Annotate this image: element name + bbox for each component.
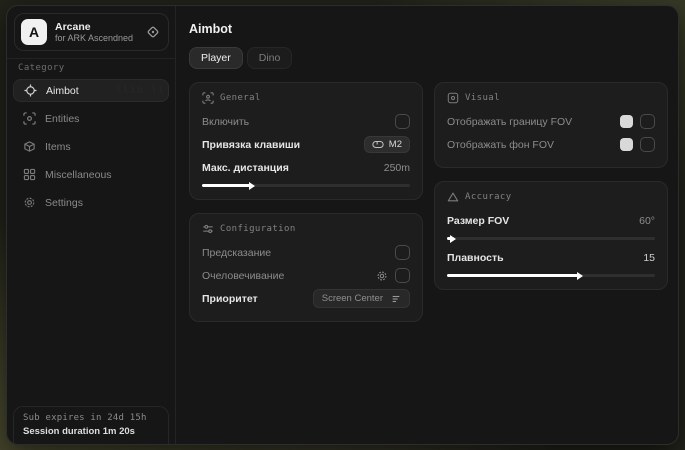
- setting-row-fov-border: Отображать границу FOV: [447, 111, 655, 132]
- setting-row-distance: Макс. дистанция 250m: [202, 157, 410, 178]
- sidebar-item-label: Settings: [45, 197, 83, 209]
- card-configuration: Configuration Предсказание Очеловечивани…: [189, 213, 423, 322]
- card-general: General Включить Привязка клавиши M: [189, 82, 423, 200]
- priority-value: Screen Center: [322, 293, 383, 304]
- brand-card: A Arcane for ARK Ascendned: [14, 13, 169, 51]
- distance-slider[interactable]: [202, 184, 410, 187]
- setting-label: Очеловечивание: [202, 270, 284, 282]
- sidebar-item-miscellaneous[interactable]: Miscellaneous: [13, 163, 169, 186]
- slider-thumb[interactable]: [577, 272, 583, 280]
- fov-bg-color-swatch[interactable]: [620, 138, 633, 151]
- sidebar-item-label: Items: [45, 141, 71, 153]
- session-duration: Session duration 1m 20s: [23, 426, 159, 437]
- category-label: Category: [18, 63, 65, 73]
- sidebar-divider: [7, 58, 175, 59]
- slider-thumb[interactable]: [450, 235, 456, 243]
- app-subtitle: for ARK Ascendned: [55, 33, 138, 43]
- app-title: Arcane: [55, 21, 138, 33]
- sidebar: A Arcane for ARK Ascendned Category: [7, 6, 176, 444]
- column-left: General Включить Привязка клавиши M: [189, 82, 423, 322]
- package-icon: [23, 140, 36, 153]
- setting-label: Плавность: [447, 252, 504, 264]
- priority-dropdown[interactable]: Screen Center: [313, 289, 410, 308]
- card-title: Accuracy: [465, 192, 512, 202]
- tab-dino[interactable]: Dino: [247, 47, 293, 69]
- page-title: Aimbot: [189, 22, 232, 36]
- sidebar-item-settings[interactable]: Settings: [13, 191, 169, 214]
- fov-bg-checkbox[interactable]: [640, 137, 655, 152]
- app-logo: A: [21, 19, 47, 45]
- setting-label: Предсказание: [202, 247, 271, 259]
- setting-row-humanize: Очеловечивание: [202, 265, 410, 286]
- sidebar-menu: Aimbot Entities Items: [13, 79, 169, 214]
- keybind-button[interactable]: M2: [364, 136, 410, 153]
- eye-icon: [447, 92, 459, 104]
- card-title: General: [220, 93, 261, 103]
- slider-thumb[interactable]: [249, 182, 255, 190]
- sidebar-item-items[interactable]: Items: [13, 135, 169, 158]
- smoothness-slider[interactable]: [447, 274, 655, 277]
- setting-row-prediction: Предсказание: [202, 242, 410, 263]
- setting-row-fov-bg: Отображать фон FOV: [447, 134, 655, 155]
- card-title: Configuration: [220, 224, 296, 234]
- enable-checkbox[interactable]: [395, 114, 410, 129]
- sidebar-item-aimbot[interactable]: Aimbot: [13, 79, 169, 102]
- crosshair-icon: [24, 84, 37, 97]
- sidebar-item-label: Aimbot: [46, 85, 79, 97]
- setting-row-fov-size: Размер FOV 60°: [447, 210, 655, 231]
- setting-label: Приоритет: [202, 293, 258, 305]
- card-accuracy: Accuracy Размер FOV 60° Плавность 15: [434, 181, 668, 290]
- prediction-checkbox[interactable]: [395, 245, 410, 260]
- desktop-background: { "brand": { "logo_letter": "A", "title"…: [0, 0, 685, 450]
- main-panel: Aimbot Player Dino General Включить: [177, 6, 678, 444]
- person-focus-icon: [202, 92, 214, 104]
- gear-mini-icon[interactable]: [376, 270, 388, 282]
- setting-label: Включить: [202, 116, 249, 128]
- fov-size-value: 60°: [639, 215, 655, 227]
- sidebar-footer: Sub expires in 24d 15h Session duration …: [13, 406, 169, 445]
- setting-label: Макс. дистанция: [202, 162, 289, 174]
- triangle-delta-icon: [447, 191, 459, 203]
- card-visual: Visual Отображать границу FOV Отображать…: [434, 82, 668, 168]
- gear-icon: [23, 196, 36, 209]
- fov-border-color-swatch[interactable]: [620, 115, 633, 128]
- setting-label: Привязка клавиши: [202, 139, 300, 151]
- humanize-checkbox[interactable]: [395, 268, 410, 283]
- sidebar-item-entities[interactable]: Entities: [13, 107, 169, 130]
- setting-row-keybind: Привязка клавиши M2: [202, 134, 410, 155]
- smoothness-value: 15: [643, 252, 655, 264]
- setting-label: Отображать границу FOV: [447, 116, 572, 128]
- setting-row-enable: Включить: [202, 111, 410, 132]
- setting-label: Отображать фон FOV: [447, 139, 554, 151]
- column-right: Visual Отображать границу FOV Отображать…: [434, 82, 668, 290]
- list-icon: [391, 294, 401, 304]
- fov-border-checkbox[interactable]: [640, 114, 655, 129]
- distance-value: 250m: [384, 162, 410, 174]
- subscription-expiry: Sub expires in 24d 15h: [23, 413, 159, 423]
- tab-player[interactable]: Player: [189, 47, 243, 69]
- tab-bar: Player Dino: [189, 47, 292, 69]
- card-title: Visual: [465, 93, 500, 103]
- setting-row-smoothness: Плавность 15: [447, 247, 655, 268]
- mouse-icon: [372, 140, 384, 149]
- setting-label: Размер FOV: [447, 215, 509, 227]
- sidebar-item-label: Miscellaneous: [45, 169, 112, 181]
- sliders-icon: [202, 223, 214, 235]
- scan-icon: [23, 112, 36, 125]
- focus-diamond-icon[interactable]: [146, 25, 160, 39]
- setting-row-priority: Приоритет Screen Center: [202, 288, 410, 309]
- fov-size-slider[interactable]: [447, 237, 655, 240]
- keybind-value: M2: [389, 139, 402, 150]
- grid-icon: [23, 168, 36, 181]
- logo-letter: A: [29, 24, 39, 40]
- app-window: A Arcane for ARK Ascendned Category: [6, 5, 679, 445]
- sidebar-item-label: Entities: [45, 113, 79, 125]
